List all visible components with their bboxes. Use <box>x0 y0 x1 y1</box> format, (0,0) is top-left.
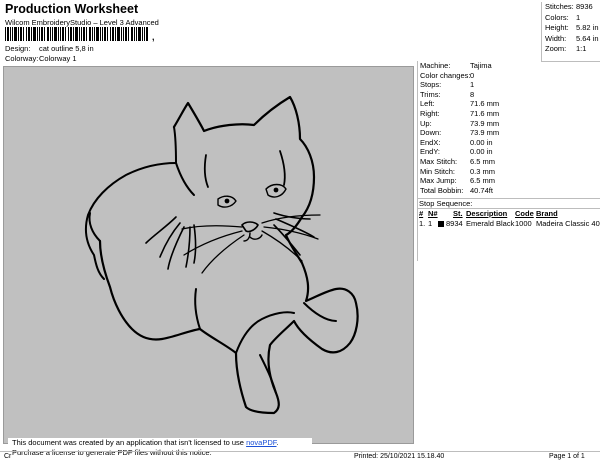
info-key: Stops: <box>420 80 442 90</box>
colorway-value: Colorway 1 <box>39 54 77 63</box>
info-row: Machine: Tajima <box>418 61 600 71</box>
cat-embroidery-outline <box>85 95 359 415</box>
info-key: Max Jump: <box>420 176 457 186</box>
stat-value: 5.64 in <box>576 33 599 43</box>
worksheet-title: Production Worksheet <box>5 2 139 16</box>
stat-row: Zoom: 1:1 <box>542 44 600 55</box>
info-key: Max Stitch: <box>420 156 458 166</box>
info-row: Trims: 8 <box>418 90 600 100</box>
design-row: Design: cat outline 5,8 in <box>5 44 94 53</box>
table-row: 1. 1 8934 Emerald Black 1000 Madeira Cla… <box>417 219 600 229</box>
col-num: # <box>419 209 424 218</box>
info-value: 6.5 mm <box>470 156 496 166</box>
info-key: Left: <box>420 99 435 109</box>
info-value: 71.6 mm <box>470 108 500 118</box>
stat-key: Width: <box>545 33 567 43</box>
col-description: Description <box>466 209 508 218</box>
info-value: 73.9 mm <box>470 118 500 128</box>
stop-sequence-table: # N# St. Description Code Brand 1. 1 893… <box>417 208 600 228</box>
info-row: Min Stitch: 0.3 mm <box>418 167 600 177</box>
info-value: 6.5 mm <box>470 176 496 186</box>
cell-num: 1. <box>419 218 426 228</box>
info-key: Up: <box>420 118 432 128</box>
info-row: Max Stitch: 6.5 mm <box>418 157 600 167</box>
notice-text: This document was created by an applicat… <box>12 438 244 447</box>
stat-value: 1 <box>576 12 581 22</box>
info-key: Total Bobbin: <box>420 185 464 195</box>
info-value: 1 <box>470 80 475 90</box>
barcode-graphic <box>5 27 148 41</box>
info-key: Trims: <box>420 89 441 99</box>
software-subtitle: Wilcom EmbroideryStudio – Level 3 Advanc… <box>5 18 159 27</box>
info-value: 73.9 mm <box>470 128 500 138</box>
info-row: Color changes:0 <box>418 71 600 81</box>
design-key: Design: <box>5 44 31 53</box>
cell-st: 8934 <box>446 218 463 228</box>
colorway-key: Colorway: <box>5 54 39 63</box>
thread-color-swatch <box>438 220 444 227</box>
info-key: EndY: <box>420 147 441 157</box>
machine-info-panel: Machine: Tajima Color changes:0 Stops: 1 T… <box>417 61 600 261</box>
col-n: N# <box>428 209 438 218</box>
stat-key: Stitches: <box>545 2 574 11</box>
barcode-suffix: , <box>152 32 155 42</box>
stat-value: 5.82 in <box>576 23 599 32</box>
stat-key: Zoom: <box>545 44 567 53</box>
cell-n: 1 <box>428 218 433 228</box>
novapdf-link[interactable]: novaPDF <box>246 438 276 447</box>
info-key: Down: <box>420 128 442 138</box>
footer-left: Cr <box>4 453 12 460</box>
info-key: Min Stitch: <box>420 166 456 176</box>
info-row: EndY: 0.00 in <box>418 147 600 157</box>
cell-code: 1000 <box>515 218 532 228</box>
info-value: 40.74ft <box>470 185 493 195</box>
info-value: 71.6 mm <box>470 99 500 109</box>
info-row: Left: 71.6 mm <box>418 99 600 109</box>
info-row: Stops: 1 <box>418 80 600 90</box>
printed-timestamp: Printed: 25/10/2021 15.18.40 <box>354 453 445 460</box>
col-brand: Brand <box>536 209 558 218</box>
stats-box: Stitches: 8936 Colors: 1 Height: 5.82 in Wi… <box>541 2 600 62</box>
info-key: Color changes: <box>420 70 471 80</box>
info-key: Machine: <box>420 61 451 70</box>
page-number: Page 1 of 1 <box>549 453 585 460</box>
cell-description: Emerald Black <box>466 218 515 228</box>
info-value: Tajima <box>470 61 492 70</box>
info-value: 0 <box>470 70 475 80</box>
design-value: cat outline 5,8 in <box>39 44 94 53</box>
notice-line-1: This document was created by an applicat… <box>12 438 312 448</box>
info-row: Right: 71.6 mm <box>418 109 600 119</box>
notice-period: . <box>276 438 279 447</box>
stat-key: Colors: <box>545 12 569 22</box>
info-value: 0.3 mm <box>470 166 496 176</box>
table-header: # N# St. Description Code Brand <box>417 209 600 219</box>
info-value: 8 <box>470 89 475 99</box>
cell-brand: Madeira Classic 40 <box>536 218 600 228</box>
info-row: EndX: 0.00 in <box>418 138 600 148</box>
colorway-row: Colorway:Colorway 1 <box>5 54 77 63</box>
info-row: Down: 73.9 mm <box>418 128 600 138</box>
stat-key: Height: <box>545 23 569 32</box>
stat-row: Height: 5.82 in <box>542 23 600 34</box>
info-row: Max Jump: 6.5 mm <box>418 176 600 186</box>
stat-row: Width: 5.64 in <box>542 34 600 45</box>
stat-value: 8936 <box>576 2 593 11</box>
col-code: Code <box>515 209 534 218</box>
stat-row: Stitches: 8936 <box>542 2 600 13</box>
info-row: Total Bobbin: 40.74ft <box>418 186 600 196</box>
info-value: 0.00 in <box>470 137 493 147</box>
design-preview-canvas <box>3 66 414 444</box>
info-value: 0.00 in <box>470 147 493 157</box>
stat-row: Colors: 1 <box>542 13 600 24</box>
info-key: EndX: <box>420 137 441 147</box>
col-st: St. <box>453 209 463 218</box>
page-footer: Cr Printed: 25/10/2021 15.18.40 Page 1 o… <box>0 451 600 464</box>
info-row: Up: 73.9 mm <box>418 119 600 129</box>
stat-value: 1:1 <box>576 44 587 53</box>
info-key: Right: <box>420 108 440 118</box>
